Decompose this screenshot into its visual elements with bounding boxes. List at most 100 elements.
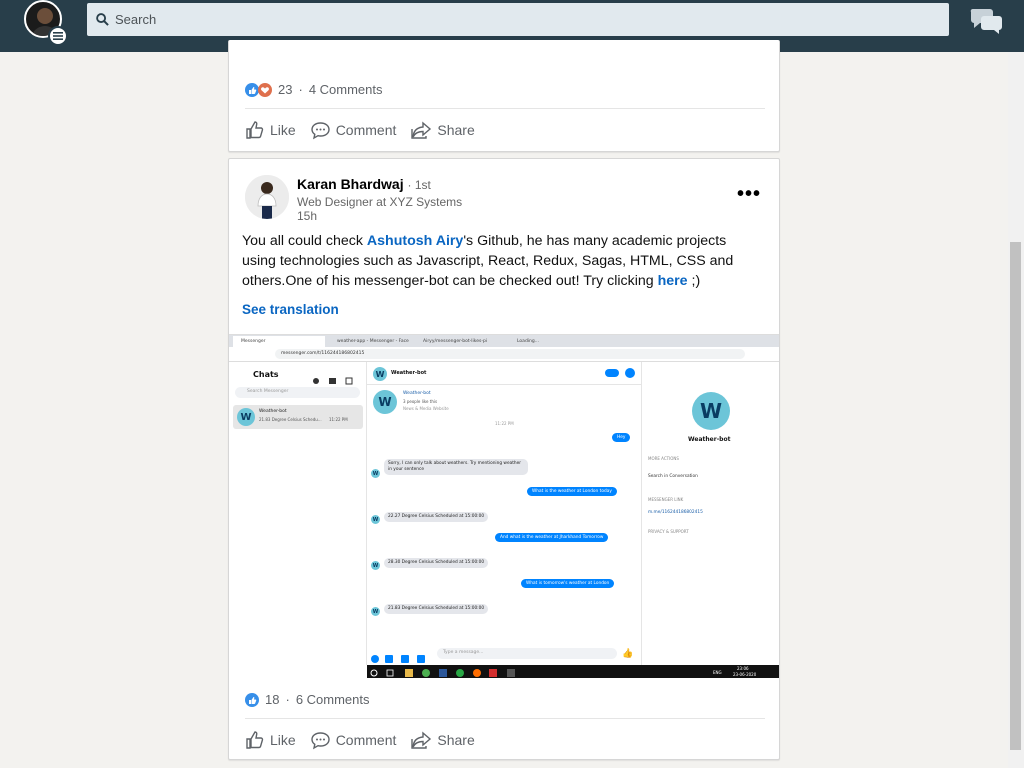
like-icon (245, 82, 259, 97)
browser-address-bar: messenger.com/t/116244186802415 (229, 347, 779, 362)
chat-item-preview: 21.83 Degree Celsius Schedu... (259, 417, 322, 422)
share-icon (411, 730, 432, 749)
browser-url: messenger.com/t/116244186802415 (275, 349, 745, 359)
author-headline: Web Designer at XYZ Systems (297, 195, 463, 209)
message-bubble: Sorry, I can only talk about weathers. T… (384, 459, 528, 475)
details-panel: W Weather-bot MORE ACTIONS Search in Con… (641, 362, 779, 665)
taskbar-lang: ENG (713, 670, 722, 675)
here-link[interactable]: here (658, 273, 688, 289)
messenger-link-heading: MESSENGER LINK (648, 497, 684, 502)
post-text: You all could check Ashutosh Airy's Gith… (242, 231, 762, 291)
bot-avatar: W (373, 367, 387, 381)
search-icon (96, 13, 109, 26)
browser-tab: Airyy/messenger-bot-likes-pi (423, 339, 488, 344)
search-input[interactable]: Search (87, 3, 949, 36)
reactions-count[interactable]: 18 (265, 692, 279, 707)
chat-tool-icons (313, 370, 361, 385)
search-conversation: Search in Conversation (648, 474, 698, 479)
comment-label: Comment (335, 122, 397, 138)
author-name-row: Karan Bhardwaj · 1st (297, 176, 431, 192)
thumbs-up-icon (246, 121, 264, 139)
thumbs-up-icon: 👍 (622, 649, 634, 659)
comment-label: Comment (335, 732, 397, 748)
message-bubble: What is tomorrow's weather at London (521, 579, 615, 588)
bot-avatar: W (373, 390, 397, 414)
chats-panel: Chats Search Messenger W Weather-bot 21.… (229, 362, 367, 665)
intro-likes: 3 people like this (403, 399, 438, 404)
thumbs-up-icon (246, 731, 264, 749)
taskbar-icons (370, 669, 515, 677)
see-translation-button[interactable]: See translation (242, 302, 339, 317)
taskbar-time: 23:06 (737, 666, 749, 671)
share-label: Share (437, 122, 475, 138)
bot-avatar: W (237, 408, 255, 426)
share-label: Share (437, 732, 475, 748)
post-image[interactable]: Messenger weather-app - Messenger - Face… (229, 334, 779, 678)
bot-avatar: W (371, 469, 380, 478)
social-counts[interactable]: 18 · 6 Comments (245, 692, 370, 707)
author-name[interactable]: Karan Bhardwaj (297, 176, 404, 192)
composer-placeholder: Type a message... (443, 650, 484, 655)
more-actions-heading: MORE ACTIONS (648, 456, 679, 461)
post-time: 15h (297, 209, 318, 223)
messenger-search: Search Messenger (235, 387, 360, 398)
like-button[interactable]: Like (245, 120, 296, 140)
message-bubble: 28.30 Degree Celsius Scheduled at 15:00:… (384, 558, 489, 568)
bot-avatar: W (692, 392, 730, 430)
social-counts[interactable]: 23 · 4 Comments (245, 82, 383, 97)
like-label: Like (270, 122, 296, 138)
love-icon (258, 82, 272, 97)
browser-tab: Loading... (517, 339, 540, 344)
messenger-search-placeholder: Search Messenger (247, 389, 289, 394)
post-actions: Like Comment Share (245, 730, 489, 750)
divider (245, 108, 765, 109)
comment-icon (310, 121, 330, 139)
divider (245, 718, 765, 719)
comments-count[interactable]: 4 Comments (309, 82, 383, 97)
composer-icons (371, 649, 433, 663)
messaging-icon[interactable] (970, 6, 1004, 39)
privacy-heading: PRIVACY & SUPPORT (648, 529, 689, 534)
separator-dot: · (298, 82, 303, 97)
conversation-panel: W Weather-bot W Weather-bot 3 people lik… (367, 362, 641, 665)
browser-tab: Messenger (233, 336, 325, 347)
bot-avatar: W (371, 561, 380, 570)
comment-button[interactable]: Comment (310, 121, 397, 140)
check-badge (605, 369, 619, 377)
composer-input: Type a message... (437, 648, 617, 659)
mention-link[interactable]: Ashutosh Airy (367, 233, 463, 249)
search-placeholder: Search (115, 12, 157, 27)
message-bubble: What is the weather at London today (527, 487, 617, 496)
share-button[interactable]: Share (410, 120, 475, 140)
reactions-count[interactable]: 23 (278, 82, 292, 97)
comments-count[interactable]: 6 Comments (296, 692, 370, 707)
conversation-name: Weather-bot (391, 370, 427, 376)
like-label: Like (270, 732, 296, 748)
feed-post: 23 · 4 Comments Like Comment Share (228, 40, 780, 152)
author-avatar[interactable] (245, 175, 289, 219)
browser-tabs: Messenger weather-app - Messenger - Face… (229, 335, 779, 347)
comment-button[interactable]: Comment (310, 731, 397, 750)
more-options-icon[interactable]: ••• (737, 183, 761, 206)
chat-item-name: Weather-bot (259, 409, 287, 414)
messenger-link: m.me/116244186802415 (648, 510, 703, 515)
message-bubble: 21.83 Degree Celsius Scheduled at 15:00:… (384, 604, 489, 614)
message-bubble: And what is the weather at Jharkhand Tom… (495, 533, 609, 542)
menu-icon[interactable] (48, 26, 68, 46)
connection-degree: 1st (414, 178, 431, 192)
intro-category: News & Media Website (403, 406, 449, 411)
post-actions: Like Comment Share (245, 120, 489, 140)
bot-avatar: W (371, 515, 380, 524)
info-icon (625, 368, 635, 378)
share-button[interactable]: Share (410, 730, 475, 750)
like-button[interactable]: Like (245, 730, 296, 750)
bot-avatar: W (371, 607, 380, 616)
details-name: Weather-bot (688, 436, 731, 443)
separator-dot: · (285, 692, 290, 707)
taskbar-date: 23-06-2020 (733, 672, 757, 677)
message-bubble: Hey (612, 433, 631, 442)
divider (367, 384, 641, 385)
scrollbar-thumb[interactable] (1010, 242, 1021, 750)
chat-item: W Weather-bot 21.83 Degree Celsius Sched… (233, 405, 363, 429)
separator-dot: · (407, 178, 415, 192)
